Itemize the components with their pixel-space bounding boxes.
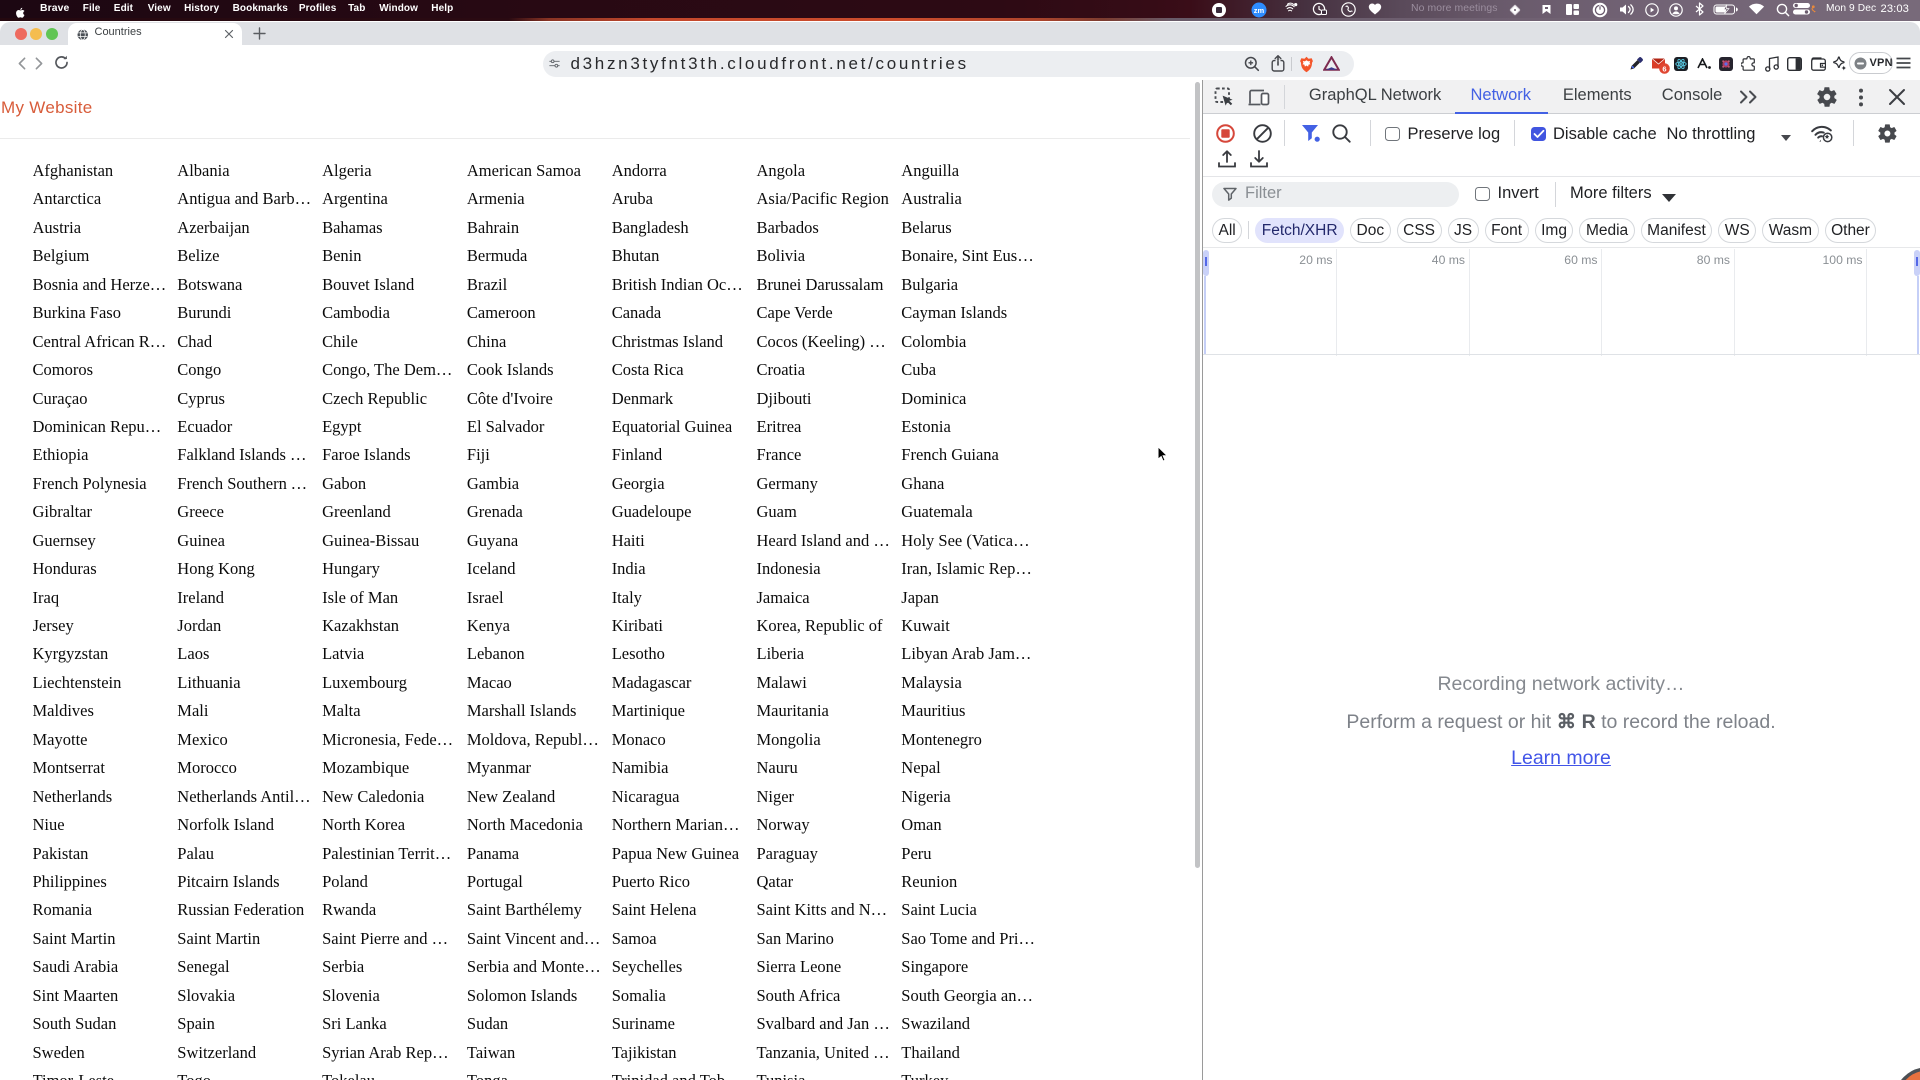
svg-text:6: 6 [1662,64,1666,73]
svg-text:zm: zm [1254,6,1265,15]
